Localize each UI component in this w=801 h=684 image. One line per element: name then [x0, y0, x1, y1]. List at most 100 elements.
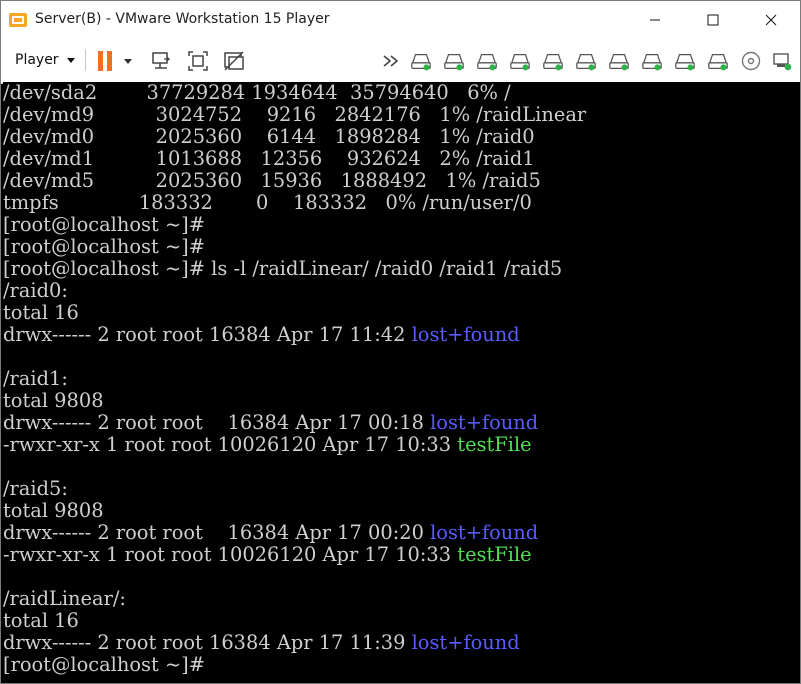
hard-disk-icon — [675, 53, 695, 71]
player-menu-label: Player — [15, 52, 59, 68]
terminal-text: [root@localhost ~]# — [3, 235, 205, 258]
unity-button[interactable] — [223, 50, 245, 72]
device-hard-disk-7-button[interactable] — [608, 50, 630, 72]
terminal-line: [root@localhost ~]# ls -l /raidLinear/ /… — [3, 258, 800, 280]
terminal-line: -rwxr-xr-x 1 root root 10026120 Apr 17 1… — [3, 544, 800, 566]
device-hard-disk-1-button[interactable] — [410, 50, 432, 72]
terminal-line: drwx------ 2 root root 16384 Apr 17 11:4… — [3, 324, 800, 346]
terminal-text: /raid1: — [3, 367, 68, 390]
vmware-icon — [9, 12, 27, 28]
terminal-text: /raidLinear/: — [3, 587, 126, 610]
terminal-text: drwx------ 2 root root 16384 Apr 17 11:3… — [3, 631, 412, 654]
terminal-text: /dev/sda2 37729284 1934644 35794640 6% / — [3, 82, 511, 104]
terminal-line: /dev/sda2 37729284 1934644 35794640 6% / — [3, 82, 800, 104]
chevron-down-icon — [124, 58, 132, 64]
send-ctrl-alt-del-icon — [152, 52, 171, 69]
close-icon — [765, 14, 777, 26]
device-hard-disk-5-button[interactable] — [542, 50, 564, 72]
pause-icon — [98, 51, 112, 71]
device-hard-disk-3-button[interactable] — [476, 50, 498, 72]
terminal-line: total 16 — [3, 302, 800, 324]
hard-disk-icon — [477, 53, 497, 71]
hard-disk-icon — [609, 53, 629, 71]
double-chevron-icon — [383, 55, 399, 67]
hard-disk-icon — [444, 53, 464, 71]
device-hard-disk-10-button[interactable] — [707, 50, 729, 72]
directory-name: lost+found — [430, 521, 539, 544]
device-hard-disk-2-button[interactable] — [443, 50, 465, 72]
terminal-text: total 9808 — [3, 499, 104, 522]
terminal-line: -rwxr-xr-x 1 root root 10026120 Apr 17 1… — [3, 434, 800, 456]
terminal-text: /dev/md1 1013688 12356 932624 2% /raid1 — [3, 147, 535, 170]
terminal-text: [root@localhost ~]# — [3, 213, 205, 236]
device-hard-disk-8-button[interactable] — [641, 50, 663, 72]
terminal-line: [root@localhost ~]# — [3, 214, 800, 236]
window-title: Server(B) - VMware Workstation 15 Player — [35, 11, 330, 27]
terminal-line: /dev/md0 2025360 6144 1898284 1% /raid0 — [3, 126, 800, 148]
terminal-text: total 16 — [3, 301, 79, 324]
terminal-line: /raid5: — [3, 478, 800, 500]
minimize-button[interactable] — [632, 1, 678, 39]
device-hard-disk-6-button[interactable] — [575, 50, 597, 72]
hard-disk-icon — [576, 53, 596, 71]
terminal-line: /dev/md1 1013688 12356 932624 2% /raid1 — [3, 148, 800, 170]
terminal-text: total 9808 — [3, 389, 104, 412]
cd-icon — [741, 51, 761, 71]
pause-button[interactable] — [95, 50, 117, 72]
maximize-icon — [707, 14, 719, 26]
terminal-text: drwx------ 2 root root 16384 Apr 17 00:1… — [3, 411, 431, 434]
send-ctrl-alt-del-button[interactable] — [150, 50, 172, 72]
unity-icon — [224, 51, 244, 71]
terminal-line: drwx------ 2 root root 16384 Apr 17 00:2… — [3, 522, 800, 544]
terminal-text: tmpfs 183332 0 183332 0% /run/user/0 — [3, 191, 532, 214]
directory-name: lost+found — [430, 411, 539, 434]
terminal-line: [root@localhost ~]# — [3, 654, 800, 676]
usb-device-button[interactable] — [771, 50, 793, 72]
terminal-line: tmpfs 183332 0 183332 0% /run/user/0 — [3, 192, 800, 214]
maximize-button[interactable] — [690, 1, 736, 39]
title-bar[interactable]: Server(B) - VMware Workstation 15 Player — [1, 1, 800, 39]
terminal-line: /raidLinear/: — [3, 588, 800, 610]
terminal-text: drwx------ 2 root root 16384 Apr 17 00:2… — [3, 521, 431, 544]
directory-name: lost+found — [411, 631, 520, 654]
close-button[interactable] — [748, 1, 794, 39]
terminal-screen[interactable]: /dev/sda2 37729284 1934644 35794640 6% /… — [3, 82, 800, 683]
terminal-text: drwx------ 2 root root 16384 Apr 17 11:4… — [3, 323, 412, 346]
terminal-text: total 16 — [3, 609, 79, 632]
terminal-text: [root@localhost ~]# — [3, 653, 205, 676]
device-hard-disk-9-button[interactable] — [674, 50, 696, 72]
fit-guest-icon — [188, 51, 208, 71]
terminal-line: total 9808 — [3, 500, 800, 522]
pause-options-button[interactable] — [121, 50, 135, 72]
terminal-text: /raid5: — [3, 477, 68, 500]
terminal-line: /raid0: — [3, 280, 800, 302]
terminal-text: [root@localhost ~]# ls -l /raidLinear/ /… — [3, 257, 563, 280]
terminal-text: /dev/md0 2025360 6144 1898284 1% /raid0 — [3, 125, 535, 148]
terminal-line: drwx------ 2 root root 16384 Apr 17 11:3… — [3, 632, 800, 654]
more-devices-button[interactable] — [381, 50, 403, 72]
terminal-text: -rwxr-xr-x 1 root root 10026120 Apr 17 1… — [3, 543, 458, 566]
chevron-down-icon — [66, 57, 75, 63]
cd-dvd-button[interactable] — [740, 50, 762, 72]
terminal-text: /raid0: — [3, 279, 68, 302]
executable-file-name: testFile — [457, 433, 532, 456]
toolbar: Player — [1, 39, 800, 84]
device-hard-disk-4-button[interactable] — [509, 50, 531, 72]
terminal-line: total 9808 — [3, 390, 800, 412]
fit-guest-button[interactable] — [187, 50, 209, 72]
player-menu-button[interactable]: Player — [7, 46, 83, 74]
terminal-line: /dev/md9 3024752 9216 2842176 1% /raidLi… — [3, 104, 800, 126]
terminal-line: drwx------ 2 root root 16384 Apr 17 00:1… — [3, 412, 800, 434]
hard-disk-icon — [708, 53, 728, 71]
hard-disk-icon — [411, 53, 431, 71]
network-adapter-icon — [773, 53, 792, 71]
terminal-line: total 16 — [3, 610, 800, 632]
hard-disk-icon — [642, 53, 662, 71]
executable-file-name: testFile — [457, 543, 532, 566]
terminal-line: /dev/md5 2025360 15936 1888492 1% /raid5 — [3, 170, 800, 192]
terminal-line: /raid1: — [3, 368, 800, 390]
terminal-line: [root@localhost ~]# — [3, 236, 800, 258]
